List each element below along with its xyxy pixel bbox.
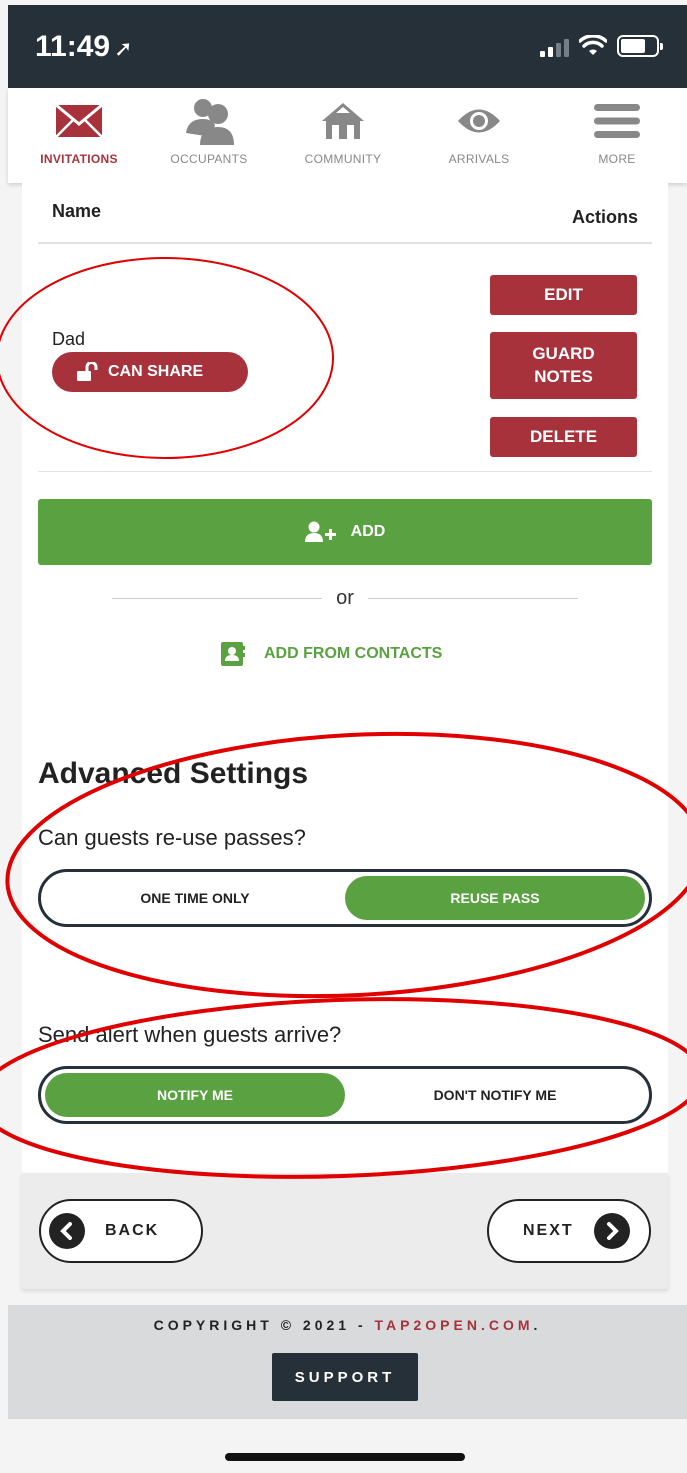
or-text: or [336, 587, 354, 609]
home-indicator [225, 1453, 465, 1461]
nav-label: INVITATIONS [40, 152, 118, 166]
wizard-footer: BACK NEXT [22, 1173, 668, 1289]
main-card: Name Actions Dad CAN SHARE EDIT GUARD NO… [22, 183, 668, 1173]
dont-notify-me-option[interactable]: DON'T NOTIFY ME [345, 1073, 645, 1117]
support-button[interactable]: SUPPORT [272, 1353, 418, 1401]
next-button[interactable]: NEXT [487, 1199, 651, 1263]
site-footer: COPYRIGHT © 2021 - TAP2OPEN.COM. SUPPORT [8, 1305, 687, 1419]
column-header-name: Name [52, 201, 102, 221]
can-share-label: CAN SHARE [108, 363, 204, 380]
one-time-only-option[interactable]: ONE TIME ONLY [45, 876, 345, 920]
houses-icon [320, 96, 366, 146]
arrival-alert-toggle: NOTIFY ME DON'T NOTIFY ME [38, 1066, 652, 1124]
add-guest-button[interactable]: ADD [38, 499, 652, 565]
hamburger-icon [592, 96, 642, 146]
unlock-icon [77, 362, 98, 381]
divider [38, 471, 652, 472]
add-from-contacts-label: ADD FROM CONTACTS [264, 645, 443, 662]
copyright-text: COPYRIGHT © 2021 - TAP2OPEN.COM. [153, 1317, 542, 1333]
nav-tab-more[interactable]: MORE [552, 88, 682, 183]
column-header-actions: Actions [571, 207, 638, 227]
or-separator: or [112, 587, 579, 610]
nav-label: MORE [598, 152, 636, 166]
can-share-badge[interactable]: CAN SHARE [52, 352, 248, 392]
notify-me-option[interactable]: NOTIFY ME [45, 1073, 345, 1117]
status-time: 11:49 ➚ [35, 30, 133, 63]
delete-button[interactable]: DELETE [490, 417, 637, 457]
eye-icon [456, 96, 502, 146]
nav-label: OCCUPANTS [170, 152, 248, 166]
cellular-signal-icon [540, 37, 569, 57]
guard-notes-button[interactable]: GUARD NOTES [490, 332, 637, 399]
nav-label: ARRIVALS [448, 152, 510, 166]
add-from-contacts-link[interactable]: ADD FROM CONTACTS [220, 641, 442, 667]
status-bar: 11:49 ➚ [8, 5, 687, 88]
nav-tab-community[interactable]: COMMUNITY [278, 88, 408, 183]
nav-label: COMMUNITY [304, 152, 382, 166]
location-arrow-icon: ➚ [114, 36, 133, 61]
edit-button[interactable]: EDIT [490, 275, 637, 315]
advanced-settings-heading: Advanced Settings [38, 757, 309, 790]
brand-link[interactable]: TAP2OPEN.COM [375, 1317, 534, 1333]
reuse-pass-toggle: ONE TIME ONLY REUSE PASS [38, 869, 652, 927]
chevron-left-icon [49, 1213, 85, 1249]
contacts-book-icon [221, 642, 245, 666]
add-label: ADD [350, 523, 386, 540]
status-icons [540, 35, 663, 57]
reuse-pass-option[interactable]: REUSE PASS [345, 876, 645, 920]
nav-tab-arrivals[interactable]: ARRIVALS [414, 88, 544, 183]
divider [38, 242, 652, 244]
people-icon [182, 96, 236, 146]
chevron-right-icon [593, 1213, 630, 1249]
nav-tab-occupants[interactable]: OCCUPANTS [144, 88, 274, 183]
top-nav: INVITATIONS OCCUPANTS COMMUNITY ARRIVALS… [8, 88, 687, 183]
wifi-icon [579, 35, 607, 55]
alert-question: Send alert when guests arrive? [38, 1022, 342, 1047]
battery-icon [617, 35, 663, 57]
reuse-question: Can guests re-use passes? [38, 825, 306, 850]
add-user-icon [304, 521, 336, 542]
back-label: BACK [105, 1222, 160, 1239]
next-label: NEXT [523, 1222, 574, 1239]
back-button[interactable]: BACK [39, 1199, 203, 1263]
nav-tab-invitations[interactable]: INVITATIONS [14, 88, 144, 183]
guest-name: Dad [52, 329, 86, 349]
envelope-icon [55, 96, 103, 146]
